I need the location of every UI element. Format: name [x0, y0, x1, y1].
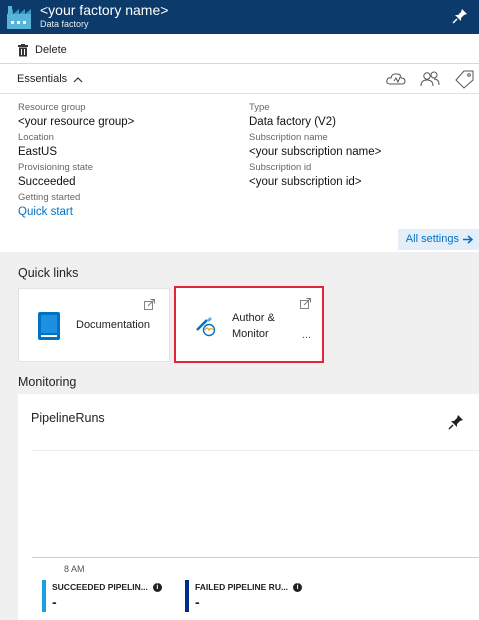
field-label: Subscription name	[249, 132, 328, 143]
field-label: Subscription id	[249, 162, 312, 173]
legend-name-row: FAILED PIPELINE RU... i	[195, 582, 303, 592]
field-label: Location	[18, 132, 54, 143]
chart-x-axis	[32, 557, 479, 558]
chevron-up-icon	[73, 76, 83, 82]
legend-value: -	[52, 594, 57, 610]
documentation-tile[interactable]: Documentation	[18, 288, 170, 362]
chart-title: PipelineRuns	[31, 411, 105, 425]
legend-color-bar	[42, 580, 46, 612]
author-monitor-tile[interactable]: Author & Monitor ...	[174, 286, 324, 363]
field-label: Resource group	[18, 102, 86, 113]
monitoring-heading: Monitoring	[18, 375, 77, 389]
arrow-right-icon	[463, 235, 473, 244]
location-value: EastUS	[18, 146, 57, 158]
provisioning-state-value: Succeeded	[18, 176, 76, 188]
provisioning-state-field: Provisioning state Succeeded	[18, 161, 134, 190]
info-icon[interactable]: i	[152, 582, 162, 592]
location-field: Location EastUS	[18, 131, 134, 160]
more-indicator: ...	[301, 329, 311, 341]
quick-links-heading: Quick links	[18, 266, 79, 280]
pipeline-runs-chart[interactable]: PipelineRuns 8 AM SUCCEEDED PIPELIN... i…	[18, 394, 479, 620]
legend-name-row: SUCCEEDED PIPELIN... i	[52, 582, 162, 592]
tag-icon[interactable]	[453, 69, 475, 89]
factory-icon	[7, 6, 31, 29]
cloud-icon[interactable]	[385, 69, 407, 89]
field-label: Provisioning state	[18, 162, 93, 173]
all-settings-button[interactable]: All settings	[397, 229, 479, 250]
pin-icon[interactable]	[451, 7, 469, 25]
type-field: Type Data factory (V2)	[249, 101, 381, 130]
page-subtitle: Data factory	[40, 19, 89, 29]
book-icon	[38, 312, 60, 340]
subscription-id-field: Subscription id <your subscription id>	[249, 161, 381, 190]
legend-label: FAILED PIPELINE RU...	[195, 582, 289, 592]
chart-gridline	[32, 450, 479, 451]
blade-header: <your factory name> Data factory	[0, 0, 479, 34]
documentation-label: Documentation	[76, 319, 150, 331]
users-icon[interactable]	[419, 69, 441, 89]
essentials-toggle[interactable]: Essentials	[17, 73, 83, 85]
essentials-panel: Essentials Resource group <your resource…	[0, 64, 479, 252]
essentials-header: Essentials	[0, 64, 479, 94]
info-icon[interactable]: i	[293, 582, 303, 592]
legend-color-bar	[185, 580, 189, 612]
essentials-left-column: Resource group <your resource group> Loc…	[18, 101, 134, 221]
page-title: <your factory name>	[40, 2, 169, 18]
author-monitor-icon	[196, 317, 216, 337]
field-label: Type	[249, 102, 270, 113]
subscription-name-field: Subscription name <your subscription nam…	[249, 131, 381, 160]
getting-started-field: Getting started Quick start	[18, 191, 134, 220]
essentials-title: Essentials	[17, 73, 68, 85]
trash-icon	[18, 43, 28, 56]
delete-button[interactable]: Delete	[17, 42, 67, 58]
author-monitor-label: Author & Monitor	[232, 312, 275, 340]
type-value: Data factory (V2)	[249, 116, 336, 128]
subscription-id-value: <your subscription id>	[249, 176, 362, 188]
x-axis-tick-label: 8 AM	[64, 564, 85, 574]
resource-group-field: Resource group <your resource group>	[18, 101, 134, 130]
legend-label: SUCCEEDED PIPELIN...	[52, 582, 148, 592]
field-label: Getting started	[18, 192, 81, 203]
command-bar: Delete	[0, 34, 479, 64]
subscription-name-value[interactable]: <your subscription name>	[249, 144, 381, 160]
essentials-right-column: Type Data factory (V2) Subscription name…	[249, 101, 381, 191]
external-link-icon	[300, 298, 311, 309]
legend-value: -	[195, 594, 200, 610]
delete-label: Delete	[35, 44, 67, 56]
pin-icon[interactable]	[448, 414, 464, 430]
external-link-icon	[144, 299, 155, 310]
quick-start-link[interactable]: Quick start	[18, 204, 134, 220]
all-settings-label: All settings	[405, 233, 459, 245]
resource-group-value: <your resource group>	[18, 116, 135, 128]
